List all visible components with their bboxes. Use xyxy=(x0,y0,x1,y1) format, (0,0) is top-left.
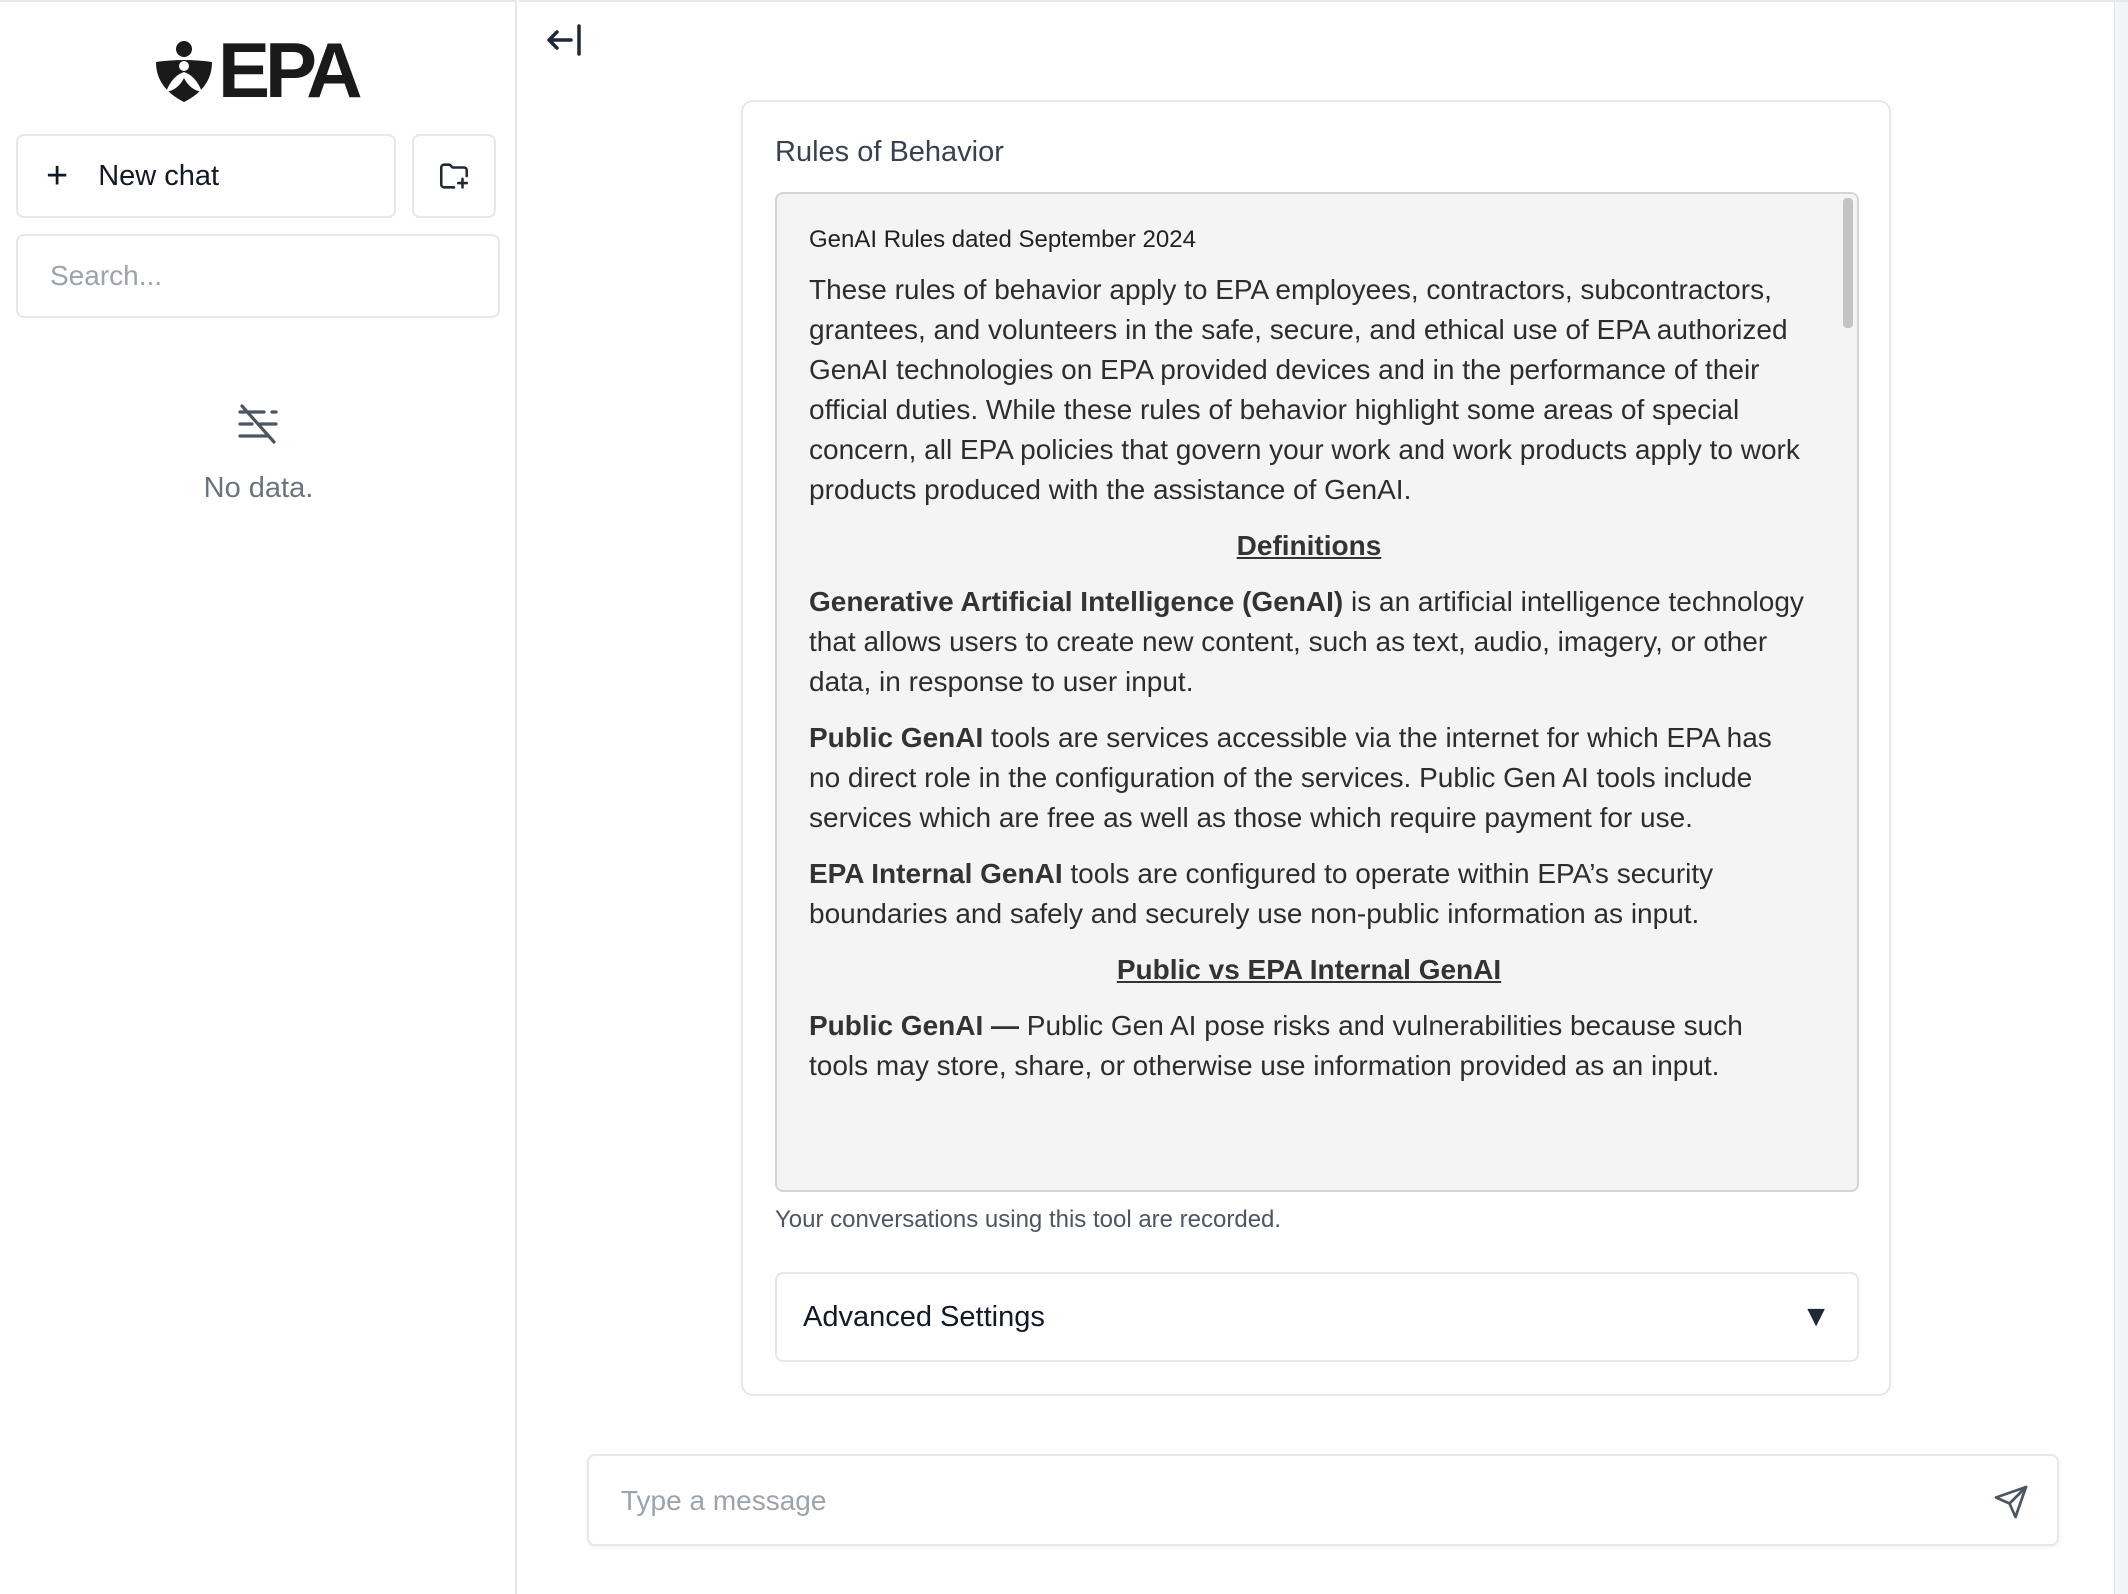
main-panel: Rules of Behavior GenAI Rules dated Sept… xyxy=(519,0,2128,1594)
epa-logo: EPA xyxy=(150,26,365,114)
app: EPA + New chat No data. Rules of xyxy=(0,0,2128,1594)
rules-intro: These rules of behavior apply to EPA emp… xyxy=(809,274,1800,505)
rules-content: GenAI Rules dated September 2024 These r… xyxy=(809,224,1809,1102)
send-button[interactable] xyxy=(1991,1482,2031,1522)
no-data-icon xyxy=(238,404,278,444)
rules-scrollbar-thumb[interactable] xyxy=(1843,198,1853,328)
advanced-settings-label: Advanced Settings xyxy=(803,1300,1045,1333)
logo-text: EPA xyxy=(218,26,363,114)
card-title: Rules of Behavior xyxy=(775,136,1004,168)
send-icon xyxy=(1994,1485,2028,1519)
definitions-heading: Definitions xyxy=(1236,530,1382,561)
sidebar: EPA + New chat No data. xyxy=(0,0,517,1594)
rules-card: Rules of Behavior GenAI Rules dated Sept… xyxy=(741,100,1891,1396)
rules-date: GenAI Rules dated September 2024 xyxy=(809,226,1196,253)
new-folder-button[interactable] xyxy=(412,134,496,218)
definition-internal: EPA Internal GenAI tools are configured … xyxy=(809,854,1809,934)
rules-scroll-box[interactable]: GenAI Rules dated September 2024 These r… xyxy=(775,192,1859,1192)
new-chat-button[interactable]: + New chat xyxy=(16,134,396,218)
search-input[interactable] xyxy=(16,234,500,318)
compare-heading: Public vs EPA Internal GenAI xyxy=(1116,954,1502,985)
definition-public-term: Public GenAI xyxy=(809,722,984,753)
definition-genai: Generative Artificial Intelligence (GenA… xyxy=(809,582,1809,702)
message-composer xyxy=(587,1454,2059,1546)
recorded-notice: Your conversations using this tool are r… xyxy=(775,1206,1282,1233)
epa-flower-icon xyxy=(156,41,212,102)
collapse-sidebar-button[interactable] xyxy=(541,20,587,60)
message-input[interactable] xyxy=(621,1474,1941,1528)
collapse-sidebar-icon xyxy=(547,24,581,56)
plus-icon: + xyxy=(46,155,69,197)
new-folder-icon xyxy=(439,163,469,189)
public-risk: Public GenAI — Public Gen AI pose risks … xyxy=(809,1006,1809,1086)
no-data-text: No data. xyxy=(203,472,314,504)
definition-public: Public GenAI tools are services accessib… xyxy=(809,718,1809,838)
page-scrollbar[interactable] xyxy=(2114,2,2128,1594)
chevron-down-icon: ▼ xyxy=(1801,1300,1831,1333)
new-chat-label: New chat xyxy=(98,159,220,192)
public-risk-term: Public GenAI — xyxy=(809,1010,1020,1041)
advanced-settings-toggle[interactable]: Advanced Settings ▼ xyxy=(775,1272,1859,1362)
definition-genai-term: Generative Artificial Intelligence (GenA… xyxy=(809,586,1344,617)
definition-internal-term: EPA Internal GenAI xyxy=(809,858,1063,889)
